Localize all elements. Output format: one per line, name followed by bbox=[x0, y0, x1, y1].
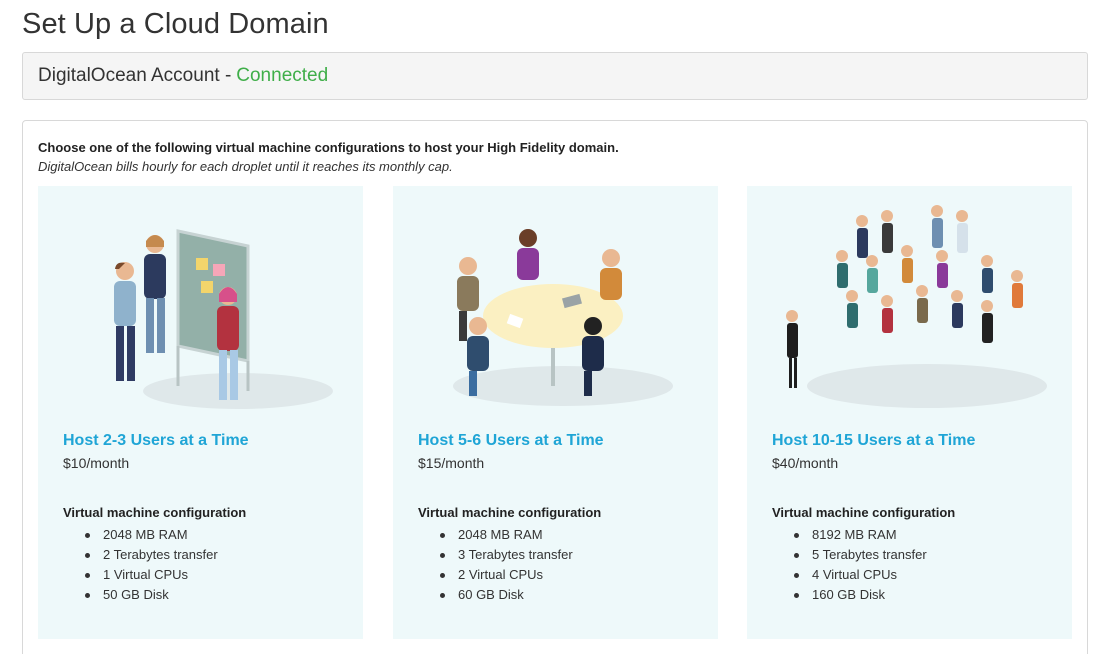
spec-disk: 160 GB Disk bbox=[792, 585, 927, 605]
spec-cpu: 1 Virtual CPUs bbox=[83, 565, 218, 585]
spec-disk: 60 GB Disk bbox=[438, 585, 573, 605]
connection-status: Connected bbox=[236, 65, 329, 86]
spec-list: 8192 MB RAM 5 Terabytes transfer 4 Virtu… bbox=[792, 525, 927, 605]
config-label: Virtual machine configuration bbox=[772, 505, 956, 520]
large-group-illustration bbox=[786, 205, 1047, 408]
spec-list: 2048 MB RAM 2 Terabytes transfer 1 Virtu… bbox=[83, 525, 218, 605]
plan-price: $15/month bbox=[418, 455, 485, 471]
spec-disk: 50 GB Disk bbox=[83, 585, 218, 605]
plan-title[interactable]: Host 5-6 Users at a Time bbox=[418, 432, 604, 450]
spec-transfer: 3 Terabytes transfer bbox=[438, 545, 573, 565]
account-status-bar: DigitalOcean Account - Connected bbox=[22, 52, 1088, 100]
account-label: DigitalOcean Account - bbox=[38, 65, 232, 86]
spec-ram: 8192 MB RAM bbox=[792, 525, 927, 545]
page-title: Set Up a Cloud Domain bbox=[22, 8, 329, 40]
intro-instruction: Choose one of the following virtual mach… bbox=[38, 140, 619, 155]
spec-transfer: 5 Terabytes transfer bbox=[792, 545, 927, 565]
plan-price: $10/month bbox=[63, 455, 130, 471]
plan-card-large[interactable]: Host 10-15 Users at a Time $40/month Vir… bbox=[747, 186, 1072, 639]
vm-config-panel: Choose one of the following virtual mach… bbox=[22, 120, 1088, 654]
plan-title[interactable]: Host 2-3 Users at a Time bbox=[63, 432, 249, 450]
spec-cpu: 4 Virtual CPUs bbox=[792, 565, 927, 585]
spec-ram: 2048 MB RAM bbox=[438, 525, 573, 545]
meeting-table-illustration bbox=[453, 229, 673, 406]
spec-ram: 2048 MB RAM bbox=[83, 525, 218, 545]
plan-card-medium[interactable]: Host 5-6 Users at a Time $15/month Virtu… bbox=[393, 186, 718, 639]
spec-transfer: 2 Terabytes transfer bbox=[83, 545, 218, 565]
config-label: Virtual machine configuration bbox=[63, 505, 247, 520]
small-team-illustration bbox=[114, 229, 333, 409]
plan-price: $40/month bbox=[772, 455, 839, 471]
config-label: Virtual machine configuration bbox=[418, 505, 602, 520]
spec-cpu: 2 Virtual CPUs bbox=[438, 565, 573, 585]
plan-title[interactable]: Host 10-15 Users at a Time bbox=[772, 432, 975, 450]
spec-list: 2048 MB RAM 3 Terabytes transfer 2 Virtu… bbox=[438, 525, 573, 605]
intro-text: Choose one of the following virtual mach… bbox=[38, 138, 619, 176]
plan-card-small[interactable]: Host 2-3 Users at a Time $10/month Virtu… bbox=[38, 186, 363, 639]
intro-billing-note: DigitalOcean bills hourly for each dropl… bbox=[38, 159, 453, 174]
